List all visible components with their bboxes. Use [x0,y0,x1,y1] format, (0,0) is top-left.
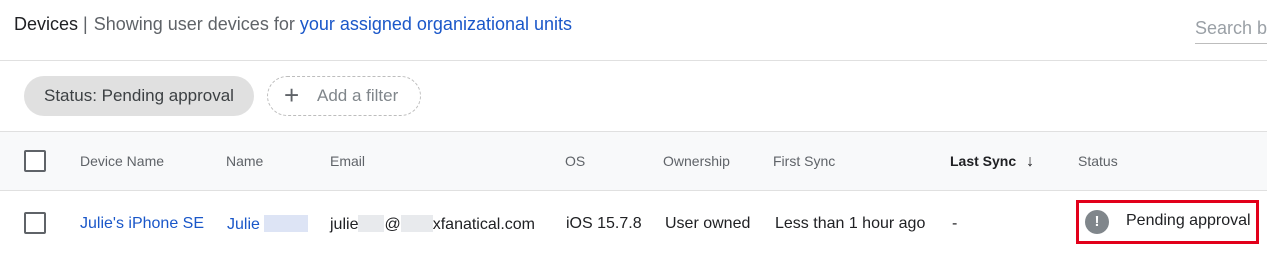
column-email[interactable]: Email [330,153,365,169]
column-status[interactable]: Status [1078,153,1118,169]
title-description: Showing user devices for [93,14,295,34]
page-header: Devices | Showing user devices for your as… [0,0,1267,61]
warning-icon: ! [1085,210,1109,234]
email-user-part: julie [330,216,359,233]
column-ownership[interactable]: Ownership [663,153,730,169]
title-separator: | [83,14,88,34]
title-main: Devices [14,14,79,34]
user-name-text: Julie [227,216,260,233]
user-name-link[interactable]: Julie [227,215,308,234]
table-row: Julie's iPhone SE Julie julie @ xfanatical… [0,191,1267,257]
redacted-name [263,215,308,232]
page-title: Devices | Showing user devices for your as… [14,14,572,35]
column-os[interactable]: OS [565,153,585,169]
column-name[interactable]: Name [226,153,263,169]
status-filter-chip[interactable]: Status: Pending approval [24,76,254,116]
sort-descending-icon: ↓ [1026,153,1035,170]
device-name-link[interactable]: Julie's iPhone SE [80,215,204,233]
os-cell: iOS 15.7.8 [566,215,642,232]
last-sync-cell: - [952,215,958,232]
email-cell: julie @ xfanatical.com [330,215,535,234]
email-at: @ [384,216,401,233]
first-sync-cell: Less than 1 hour ago [775,215,926,232]
add-filter-button[interactable]: + Add a filter [267,76,421,116]
search-input[interactable] [1195,14,1267,44]
status-cell: ! Pending approval [1076,200,1259,244]
redacted-email-domain [400,215,433,232]
add-filter-label: Add a filter [317,86,399,105]
column-last-sync-label: Last Sync [950,153,1017,169]
org-units-link[interactable]: your assigned organizational units [300,14,572,34]
filter-bar: Status: Pending approval + Add a filter [0,61,1267,131]
ownership-cell: User owned [665,215,751,232]
row-checkbox[interactable] [24,212,46,234]
select-all-checkbox[interactable] [24,150,46,172]
table-header: Device Name Name Email OS Ownership Firs… [0,131,1267,191]
email-domain: xfanatical.com [432,216,535,233]
column-last-sync[interactable]: Last Sync ↓ [950,153,1034,171]
plus-icon: + [284,80,300,110]
column-first-sync[interactable]: First Sync [773,153,835,169]
status-text: Pending approval [1126,212,1251,229]
column-device-name[interactable]: Device Name [80,153,164,169]
redacted-email-user [358,215,385,232]
